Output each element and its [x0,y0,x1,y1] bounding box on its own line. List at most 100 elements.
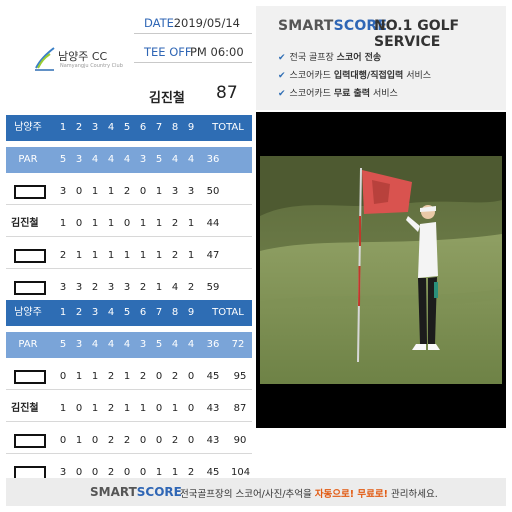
redacted-name-box [14,249,46,263]
score-cell: 1 [75,250,83,261]
score-cell: 0 [75,403,83,414]
par-cell: 3 [139,154,147,165]
score-cell: 1 [91,186,99,197]
player-name-cell: 김진철 [11,403,39,414]
score-cell: 3 [59,186,67,197]
hole-number-cell: 7 [155,122,163,133]
score-cell: 3 [59,282,67,293]
par-row: PAR 5 3 4 4 4 3 5 4 4 36 [6,147,252,173]
score-cell: 1 [91,218,99,229]
player-row: 0 1 1 2 1 2 0 2 0 45 95 [6,364,252,390]
player-row: 김진철 1 0 1 1 0 1 1 2 1 44 [6,211,252,237]
score-cell: 3 [107,282,115,293]
score-cell: 2 [139,282,147,293]
footer-logo-score: SCORE [136,485,182,499]
score-cell: 0 [187,435,195,446]
score-cell: 1 [107,186,115,197]
player-row: 김진철 1 0 1 2 1 1 0 1 0 43 87 [6,396,252,422]
hole-number-cell: 3 [91,307,99,318]
score-cell: 4 [171,282,179,293]
player-row: 2 1 1 1 1 1 1 2 1 47 [6,243,252,269]
promo-line-emph: 입력대행/직접입력 [333,71,404,81]
player-total-score: 87 [216,83,238,103]
promo-line-emph: 스코어 전송 [336,53,382,63]
score-cell: 2 [107,371,115,382]
score-grand-total-cell: 87 [233,403,247,414]
score-cell: 0 [155,371,163,382]
par-cell: 3 [139,339,147,350]
score-cell: 2 [123,435,131,446]
redacted-name-box [14,281,46,295]
score-cell: 2 [171,371,179,382]
hole-number-cell: 7 [155,307,163,318]
tee-off-row: TEE OFF PM 06:00 [134,41,252,63]
score-cell: 1 [171,403,179,414]
score-cell: 0 [187,371,195,382]
par-cell: 4 [91,154,99,165]
promo-line-1: ✔ 전국 골프장 스코어 전송 [278,50,381,63]
par-cell: 4 [107,154,115,165]
score-cell: 2 [59,250,67,261]
header-row: 남양주 1 2 3 4 5 6 7 8 9 TOTAL [6,115,252,141]
score-cell: 1 [139,250,147,261]
par-cell: 4 [123,339,131,350]
footer-logo-smart: SMART [90,485,137,499]
promo-line-text: 스코어카드 [289,89,334,99]
hole-number-cell: 1 [59,122,67,133]
player-row: 3 3 2 3 3 2 1 4 2 59 [6,275,252,301]
score-cell: 2 [123,186,131,197]
footer-text-highlight: 자동으로! 무료로! [314,489,388,500]
hole-number-cell: 4 [107,122,115,133]
tee-off-label: TEE OFF [144,45,192,59]
score-cell: 0 [59,435,67,446]
par-label-cell: PAR [18,154,38,165]
par-grand-total-cell: 72 [231,339,245,350]
par-cell: 5 [155,339,163,350]
par-total-cell: 36 [206,339,220,350]
par-cell: 4 [187,154,195,165]
par-cell: 3 [75,339,83,350]
score-total-cell: 50 [206,186,220,197]
score-cell: 0 [155,403,163,414]
score-cell: 3 [123,282,131,293]
score-cell: 1 [75,435,83,446]
score-cell: 1 [187,218,195,229]
player-name-cell: 김진철 [11,218,39,229]
score-cell: 2 [187,282,195,293]
promo-line-2: ✔ 스코어카드 입력대행/직접입력 서비스 [278,68,431,81]
smartscore-promo: SMARTSCORE NO.1 GOLF SERVICE ✔ 전국 골프장 스코어… [256,6,506,110]
score-cell: 1 [155,282,163,293]
check-icon: ✔ [278,71,286,81]
player-row: 0 1 0 2 2 0 0 2 0 43 90 [6,428,252,454]
score-total-cell: 59 [206,282,220,293]
player-row: 3 0 1 1 2 0 1 3 3 50 [6,179,252,205]
club-name: 남양주 CC [58,50,108,63]
par-cell: 4 [107,339,115,350]
hole-number-cell: 4 [107,307,115,318]
par-label-cell: PAR [18,339,38,350]
redacted-name-box [14,434,46,448]
score-cell: 0 [187,403,195,414]
scorecard-header: 남양주 CC Namyangju Country Club DATE 2019/… [6,6,252,110]
promo-line-text: 스코어카드 [289,71,334,81]
hole-number-cell: 2 [75,307,83,318]
score-cell: 3 [187,186,195,197]
round-photo[interactable] [256,112,506,428]
score-cell: 3 [75,282,83,293]
score-grand-total-cell: 95 [233,371,247,382]
promo-line-text: 전국 골프장 [289,53,337,63]
hole-number-cell: 6 [139,307,147,318]
footer-banner: SMARTSCORE 전국골프장의 스코어/사진/추억을 자동으로! 무료로! … [6,478,506,506]
hole-number-cell: 8 [171,122,179,133]
hole-number-cell: 8 [171,307,179,318]
hole-number-cell: 3 [91,122,99,133]
par-cell: 4 [171,154,179,165]
redacted-name-box [14,370,46,384]
score-cell: 1 [139,403,147,414]
par-cell: 5 [155,154,163,165]
hole-number-cell: 2 [75,122,83,133]
score-cell: 2 [107,403,115,414]
par-cell: 4 [91,339,99,350]
score-cell: 1 [107,250,115,261]
score-cell: 3 [171,186,179,197]
